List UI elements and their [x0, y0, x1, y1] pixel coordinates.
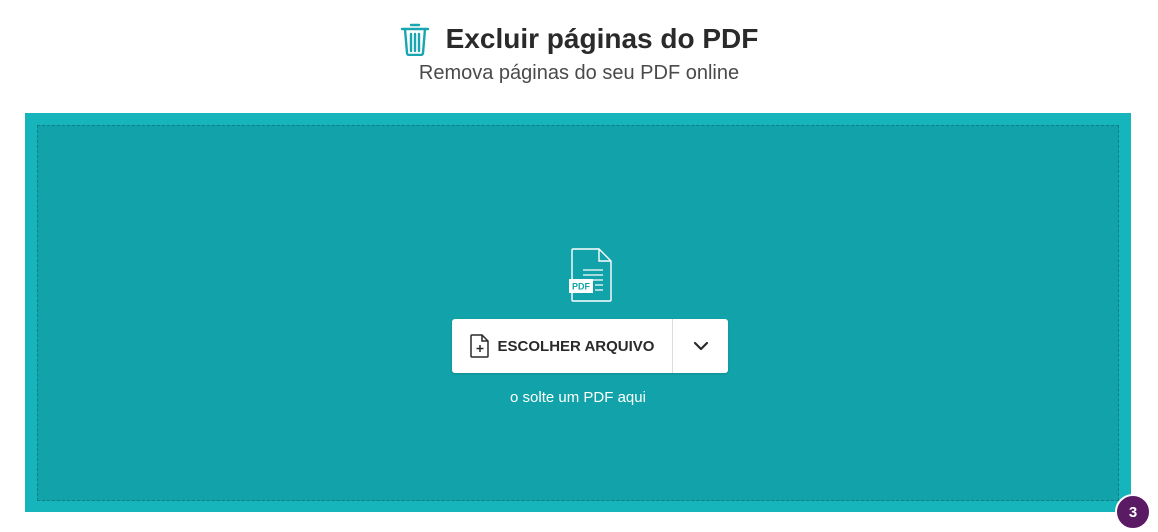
upload-options-dropdown[interactable]	[673, 319, 728, 373]
upload-button-group: ESCOLHER ARQUIVO	[452, 319, 728, 373]
page-header: Excluir páginas do PDF Remova páginas do…	[0, 0, 1158, 112]
pdf-file-icon-label: PDF	[572, 282, 591, 292]
title-row: Excluir páginas do PDF	[0, 22, 1158, 56]
file-plus-icon	[469, 334, 489, 358]
page-title: Excluir páginas do PDF	[445, 23, 759, 54]
drop-hint-text: o solte um PDF aqui	[510, 389, 646, 406]
page-subtitle: Remova páginas do seu PDF online	[418, 62, 740, 84]
file-drop-zone[interactable]: PDF ESCOLHER ARQUIVO o solte um PDF aqui	[37, 125, 1119, 501]
choose-file-label: ESCOLHER ARQUIVO	[497, 337, 655, 355]
upload-panel: PDF ESCOLHER ARQUIVO o solte um PDF aqui	[25, 113, 1131, 512]
chevron-down-icon	[693, 341, 708, 351]
pdf-file-icon: PDF	[569, 248, 612, 302]
notification-badge[interactable]: 3	[1115, 494, 1151, 530]
choose-file-button[interactable]: ESCOLHER ARQUIVO	[452, 319, 673, 373]
trash-icon	[400, 23, 429, 56]
